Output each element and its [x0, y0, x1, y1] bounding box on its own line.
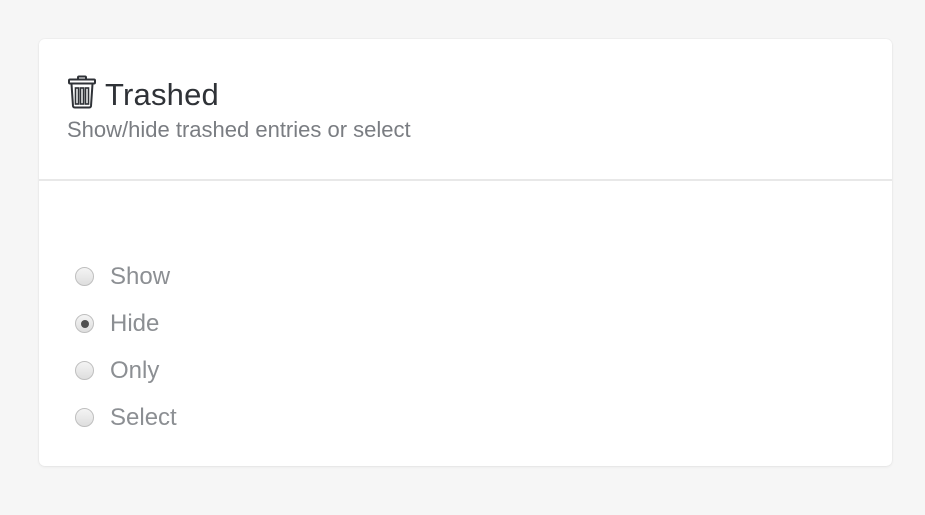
trash-can-icon [67, 75, 97, 109]
option-label[interactable]: Show [110, 262, 170, 292]
trashed-options: Show Hide Only Select [39, 181, 892, 441]
radio-select[interactable] [75, 408, 94, 427]
radio-show[interactable] [75, 267, 94, 286]
panel-header: Trashed Show/hide trashed entries or sel… [39, 39, 892, 181]
option-only[interactable]: Only [75, 347, 892, 394]
trashed-panel: Trashed Show/hide trashed entries or sel… [39, 39, 892, 466]
panel-subtitle: Show/hide trashed entries or select [67, 117, 411, 142]
option-label[interactable]: Hide [110, 309, 159, 339]
title-row: Trashed [67, 73, 892, 112]
option-select[interactable]: Select [75, 394, 892, 441]
panel-title: Trashed [105, 77, 219, 112]
radio-hide[interactable] [75, 314, 94, 333]
radio-only[interactable] [75, 361, 94, 380]
option-label[interactable]: Select [110, 403, 177, 433]
option-hide[interactable]: Hide [75, 300, 892, 347]
option-label[interactable]: Only [110, 356, 159, 386]
option-show[interactable]: Show [75, 253, 892, 300]
